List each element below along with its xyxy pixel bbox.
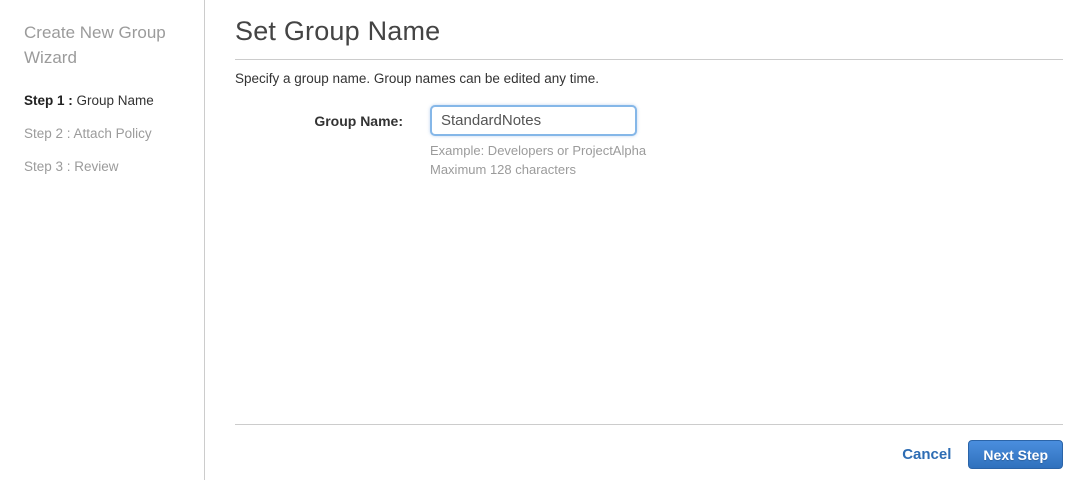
step-1-label: Group Name xyxy=(72,93,154,108)
group-name-label: Group Name: xyxy=(314,112,403,129)
step-1-prefix: Step 1 : xyxy=(24,93,73,108)
page-description: Specify a group name. Group names can be… xyxy=(235,71,599,86)
title-divider xyxy=(235,59,1063,60)
sidebar-step-attach-policy: Step 2 : Attach Policy xyxy=(24,127,188,141)
hint-example: Example: Developers or ProjectAlpha xyxy=(430,143,647,158)
step-3-label: Review xyxy=(70,159,119,174)
wizard-sidebar: Create New Group Wizard Step 1 : Group N… xyxy=(0,0,205,480)
page-title: Set Group Name xyxy=(235,16,441,46)
wizard-title: Create New Group Wizard xyxy=(24,23,166,67)
create-group-wizard-page: Create New Group Wizard Step 1 : Group N… xyxy=(0,0,1073,480)
step-2-label: Attach Policy xyxy=(70,126,152,141)
wizard-footer: Cancel Next Step xyxy=(235,424,1063,480)
group-name-hints: Example: Developers or ProjectAlpha Maxi… xyxy=(430,142,1063,179)
main-content: Set Group Name Specify a group name. Gro… xyxy=(205,0,1073,480)
next-step-button[interactable]: Next Step xyxy=(968,440,1063,469)
step-2-prefix: Step 2 : xyxy=(24,126,71,141)
sidebar-step-review: Step 3 : Review xyxy=(24,160,188,174)
sidebar-step-group-name: Step 1 : Group Name xyxy=(24,94,188,108)
step-3-prefix: Step 3 : xyxy=(24,159,71,174)
group-name-form-row: Group Name: xyxy=(235,105,1063,136)
group-name-input[interactable] xyxy=(430,105,637,136)
cancel-button[interactable]: Cancel xyxy=(902,446,951,463)
footer-actions: Cancel Next Step xyxy=(235,425,1063,469)
hint-max-characters: Maximum 128 characters xyxy=(430,161,576,177)
